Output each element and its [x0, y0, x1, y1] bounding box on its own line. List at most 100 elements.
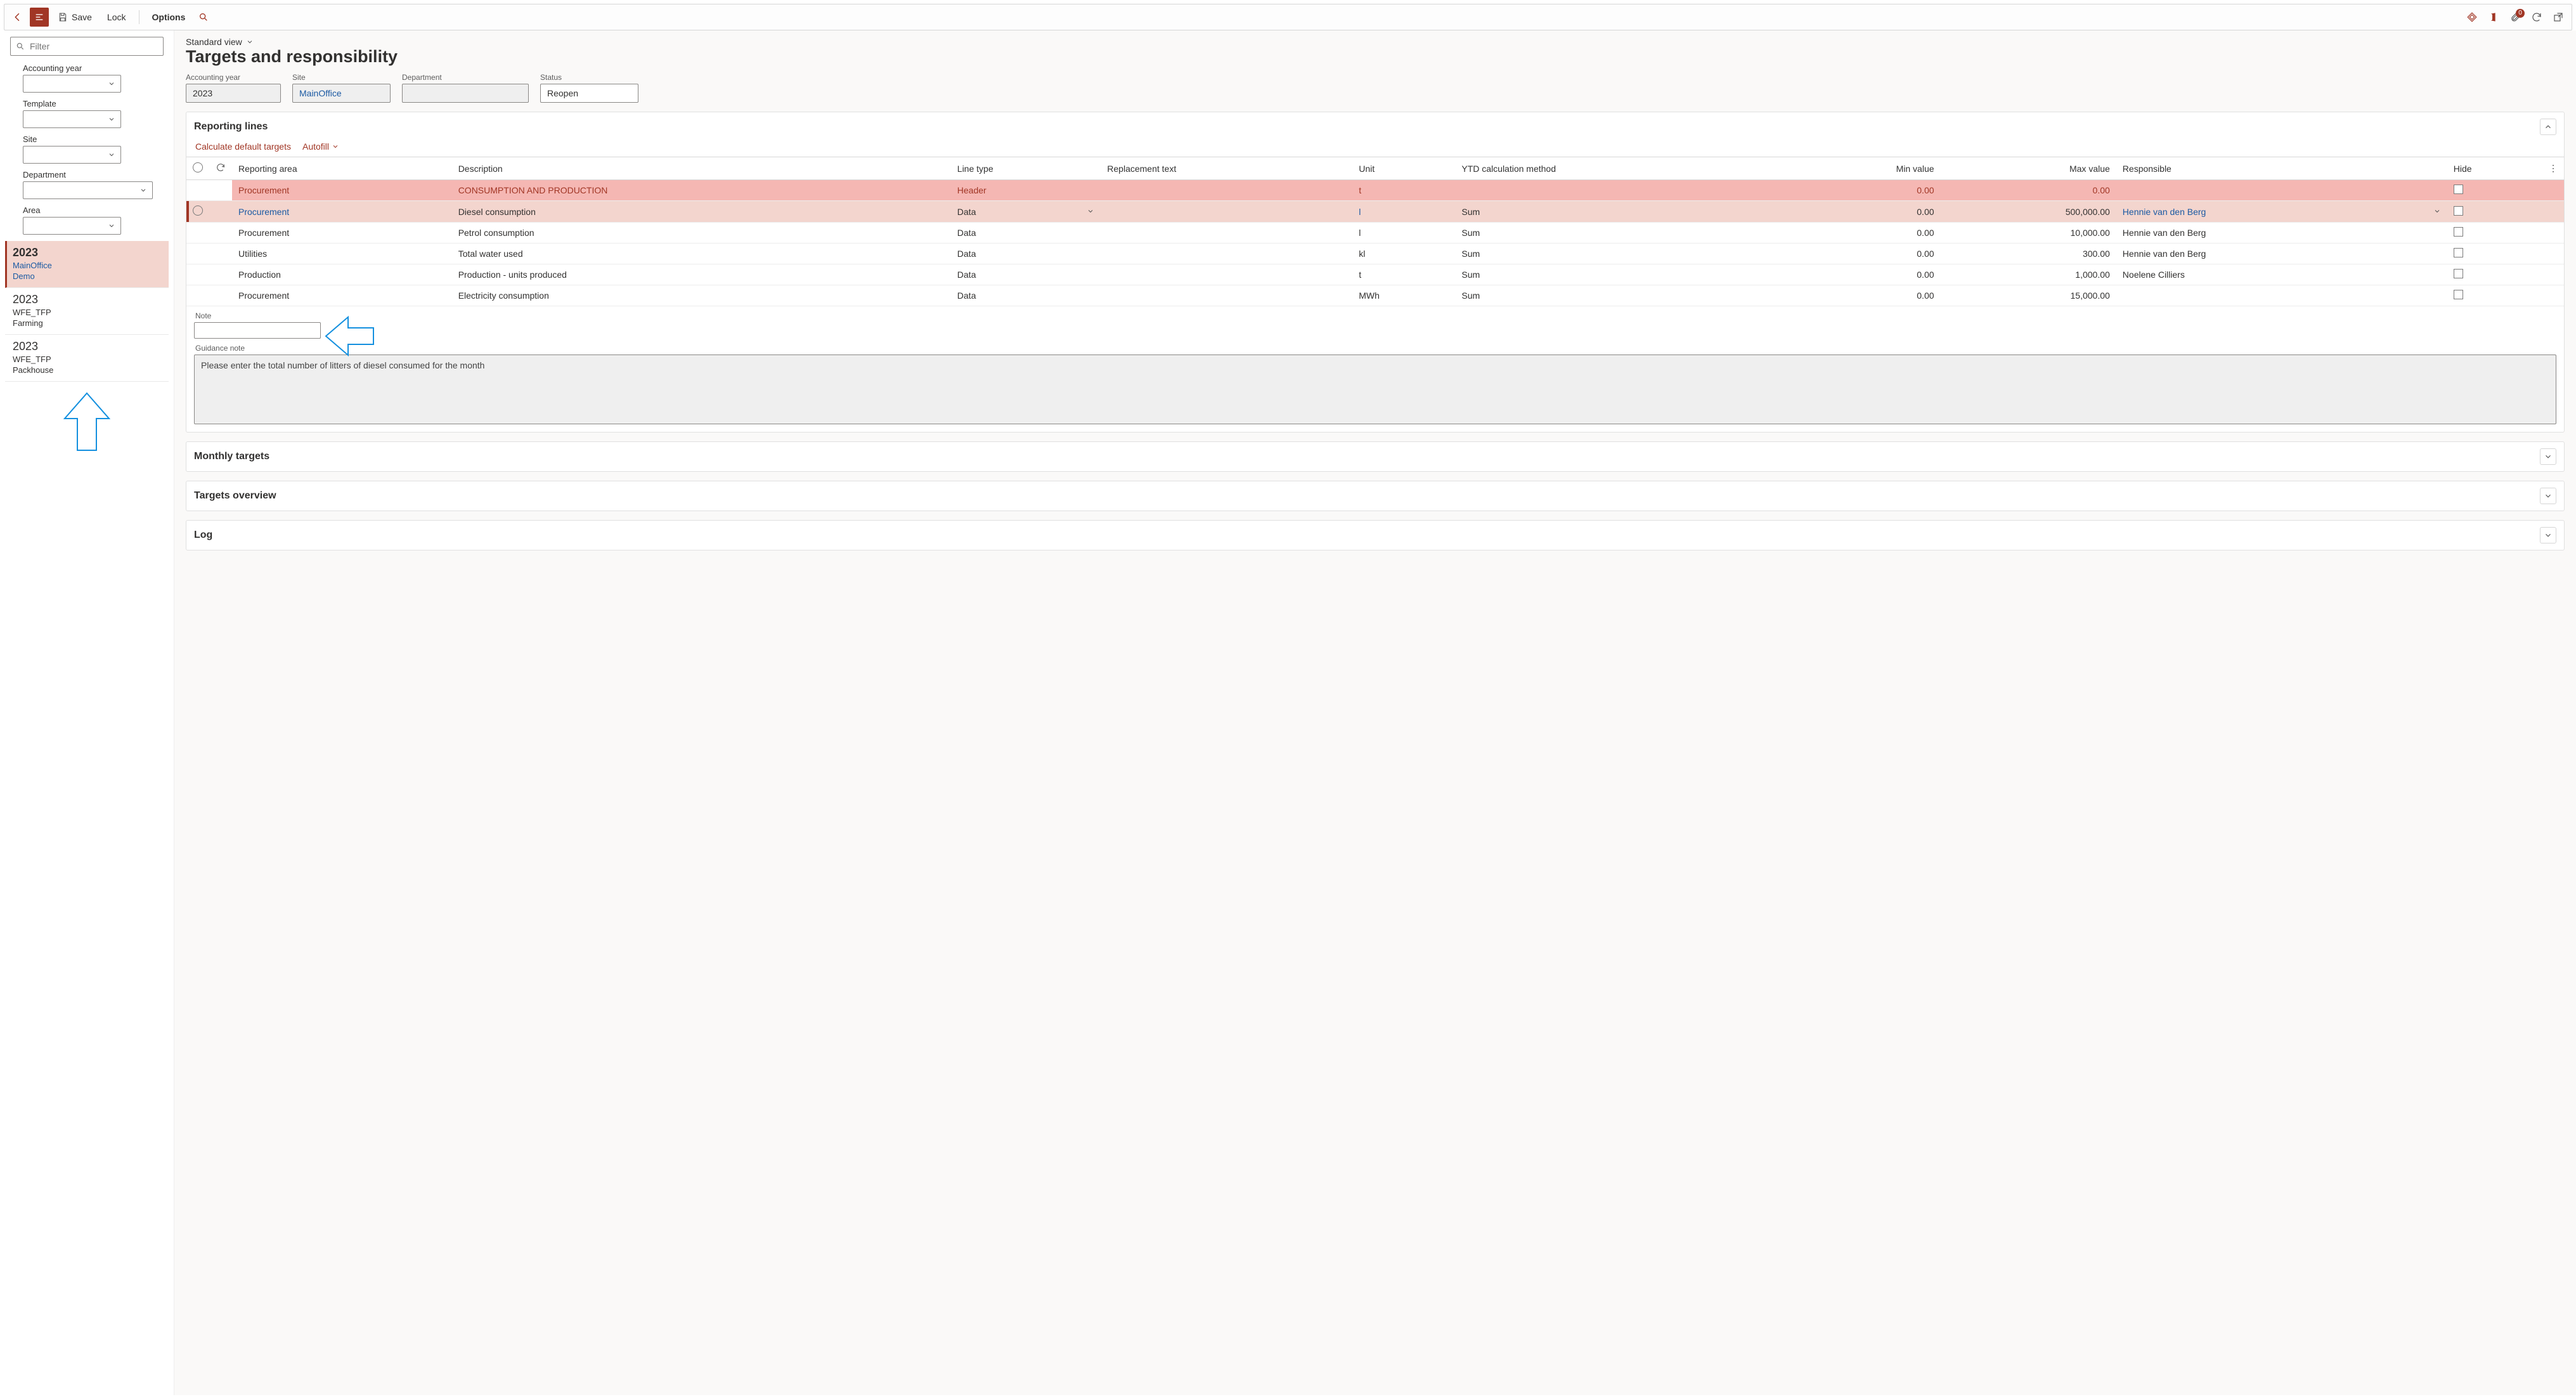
cell-hide[interactable]: [2447, 285, 2542, 306]
cell-min[interactable]: 0.00: [1785, 264, 1941, 285]
hdr-status-value[interactable]: Reopen: [540, 84, 638, 103]
cell-replacement[interactable]: [1101, 201, 1352, 223]
filter-input-wrap[interactable]: [10, 37, 164, 56]
cell-line-type[interactable]: Data: [951, 201, 1101, 223]
cell-unit[interactable]: l: [1352, 201, 1455, 223]
attachments-button[interactable]: 0: [2506, 8, 2525, 27]
table-row[interactable]: ProcurementElectricity consumptionDataMW…: [186, 285, 2564, 306]
cell-max[interactable]: 15,000.00: [1941, 285, 2116, 306]
row-selector[interactable]: [186, 201, 209, 223]
cell-max[interactable]: 500,000.00: [1941, 201, 2116, 223]
row-refresh[interactable]: [209, 244, 232, 264]
record-list-item[interactable]: 2023WFE_TFPPackhouse: [5, 335, 169, 382]
cell-min[interactable]: 0.00: [1785, 180, 1941, 201]
section-header-monthly[interactable]: Monthly targets: [186, 442, 2564, 471]
cell-replacement[interactable]: [1101, 264, 1352, 285]
cell-ytd[interactable]: Sum: [1455, 201, 1784, 223]
options-button[interactable]: Options: [146, 8, 192, 27]
row-selector[interactable]: [186, 180, 209, 201]
cell-line-type[interactable]: Data: [951, 244, 1101, 264]
cell-min[interactable]: 0.00: [1785, 223, 1941, 244]
office-button[interactable]: [2484, 8, 2503, 27]
cell-responsible[interactable]: Hennie van den Berg: [2116, 223, 2447, 244]
list-view-button[interactable]: [30, 8, 49, 27]
cell-replacement[interactable]: [1101, 180, 1352, 201]
cell-line-type[interactable]: Data: [951, 285, 1101, 306]
cell-unit[interactable]: t: [1352, 264, 1455, 285]
cell-responsible[interactable]: [2116, 180, 2447, 201]
col-ytd[interactable]: YTD calculation method: [1455, 157, 1784, 180]
cell-replacement[interactable]: [1101, 223, 1352, 244]
cell-ytd[interactable]: Sum: [1455, 244, 1784, 264]
chevron-down-icon[interactable]: [2433, 207, 2441, 217]
cell-max[interactable]: 300.00: [1941, 244, 2116, 264]
expand-toggle[interactable]: [2540, 488, 2556, 504]
hdr-site-value[interactable]: MainOffice: [292, 84, 391, 103]
cell-responsible[interactable]: Hennie van den Berg: [2116, 201, 2447, 223]
col-description[interactable]: Description: [452, 157, 951, 180]
cell-unit[interactable]: kl: [1352, 244, 1455, 264]
cell-description[interactable]: Diesel consumption: [452, 201, 951, 223]
cell-ytd[interactable]: Sum: [1455, 285, 1784, 306]
expand-toggle[interactable]: [2540, 448, 2556, 465]
section-header-log[interactable]: Log: [186, 521, 2564, 550]
col-hide[interactable]: Hide: [2447, 157, 2542, 180]
row-refresh[interactable]: [209, 180, 232, 201]
cell-replacement[interactable]: [1101, 244, 1352, 264]
view-switcher[interactable]: Standard view: [186, 37, 2565, 47]
cell-hide[interactable]: [2447, 180, 2542, 201]
col-reporting-area[interactable]: Reporting area: [232, 157, 452, 180]
col-unit[interactable]: Unit: [1352, 157, 1455, 180]
cell-reporting-area[interactable]: Production: [232, 264, 452, 285]
cell-reporting-area[interactable]: Procurement: [232, 223, 452, 244]
cell-description[interactable]: Petrol consumption: [452, 223, 951, 244]
row-refresh[interactable]: [209, 264, 232, 285]
col-responsible[interactable]: Responsible: [2116, 157, 2447, 180]
search-button[interactable]: [194, 8, 213, 27]
row-selector[interactable]: [186, 223, 209, 244]
record-list-item[interactable]: 2023MainOfficeDemo: [5, 241, 169, 288]
table-row[interactable]: ProductionProduction - units producedDat…: [186, 264, 2564, 285]
cell-hide[interactable]: [2447, 201, 2542, 223]
cell-line-type[interactable]: Data: [951, 223, 1101, 244]
cell-max[interactable]: 1,000.00: [1941, 264, 2116, 285]
calc-default-targets-button[interactable]: Calculate default targets: [195, 141, 291, 152]
cell-max[interactable]: 10,000.00: [1941, 223, 2116, 244]
table-row[interactable]: ProcurementDiesel consumptionData lSum0.0…: [186, 201, 2564, 223]
table-row[interactable]: UtilitiesTotal water usedData klSum0.0030…: [186, 244, 2564, 264]
save-button[interactable]: Save: [51, 8, 98, 27]
table-row[interactable]: ProcurementCONSUMPTION AND PRODUCTIONHea…: [186, 180, 2564, 201]
row-refresh[interactable]: [209, 201, 232, 223]
side-site-select[interactable]: [23, 146, 121, 164]
cell-line-type[interactable]: Header: [951, 180, 1101, 201]
cell-min[interactable]: 0.00: [1785, 201, 1941, 223]
cell-description[interactable]: Production - units produced: [452, 264, 951, 285]
note-input[interactable]: [194, 322, 321, 339]
cell-responsible[interactable]: [2116, 285, 2447, 306]
cell-reporting-area[interactable]: Procurement: [232, 180, 452, 201]
popout-button[interactable]: [2549, 8, 2568, 27]
col-select[interactable]: [186, 157, 209, 180]
cell-min[interactable]: 0.00: [1785, 244, 1941, 264]
cell-reporting-area[interactable]: Utilities: [232, 244, 452, 264]
col-replacement-text[interactable]: Replacement text: [1101, 157, 1352, 180]
cell-max[interactable]: 0.00: [1941, 180, 2116, 201]
cell-description[interactable]: Total water used: [452, 244, 951, 264]
side-accounting-year-select[interactable]: [23, 75, 121, 93]
cell-unit[interactable]: l: [1352, 223, 1455, 244]
cell-reporting-area[interactable]: Procurement: [232, 201, 452, 223]
col-more[interactable]: ⋮: [2542, 157, 2564, 180]
autofill-button[interactable]: Autofill: [302, 141, 339, 152]
back-button[interactable]: [8, 8, 27, 27]
cell-reporting-area[interactable]: Procurement: [232, 285, 452, 306]
related-info-button[interactable]: [2463, 8, 2482, 27]
col-min[interactable]: Min value: [1785, 157, 1941, 180]
cell-ytd[interactable]: Sum: [1455, 223, 1784, 244]
cell-replacement[interactable]: [1101, 285, 1352, 306]
refresh-button[interactable]: [2527, 8, 2546, 27]
row-selector[interactable]: [186, 264, 209, 285]
cell-line-type[interactable]: Data: [951, 264, 1101, 285]
filter-input[interactable]: [29, 41, 158, 52]
chevron-down-icon[interactable]: [1087, 207, 1094, 217]
cell-min[interactable]: 0.00: [1785, 285, 1941, 306]
